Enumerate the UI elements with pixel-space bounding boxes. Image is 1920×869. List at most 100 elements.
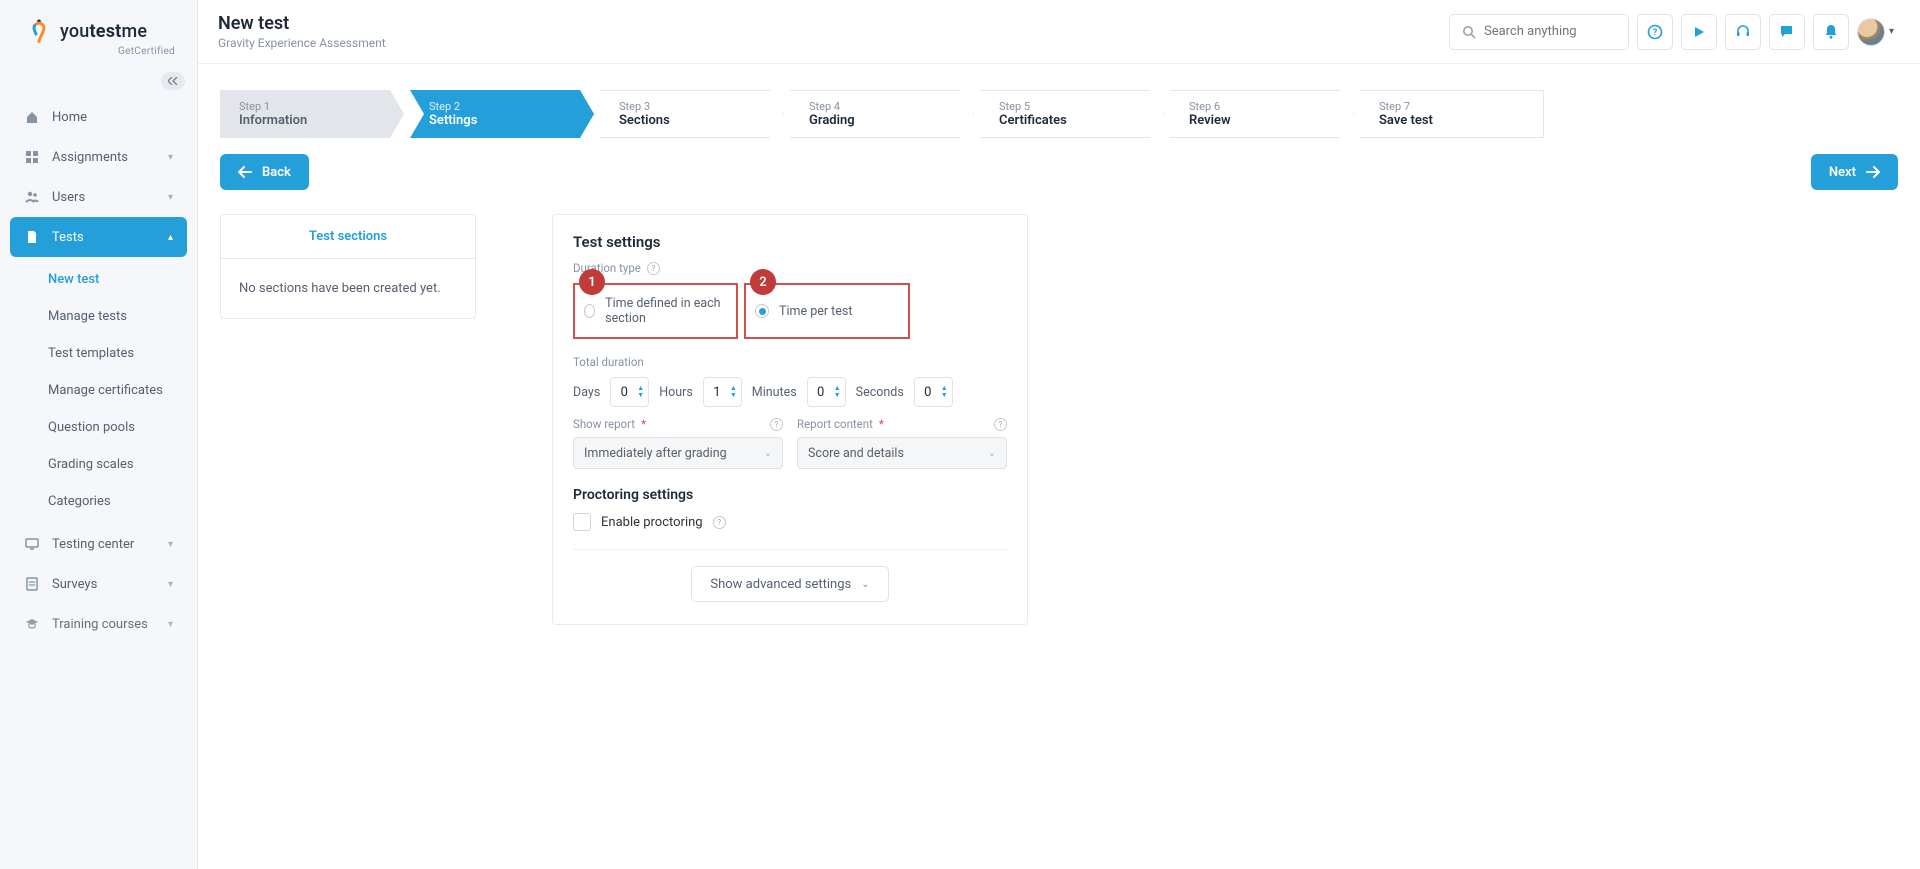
user-menu[interactable]: ▾ bbox=[1857, 18, 1894, 46]
duration-type-radios: 1 Time defined in each section 2 Time pe… bbox=[573, 283, 1007, 339]
wizard-step-1[interactable]: Step 1 Information bbox=[220, 90, 404, 138]
info-icon[interactable]: ? bbox=[994, 418, 1007, 431]
spin-down-icon[interactable]: ▼ bbox=[941, 392, 948, 399]
step-num: Step 4 bbox=[809, 100, 947, 113]
help-icon: ? bbox=[1647, 24, 1663, 40]
info-icon[interactable]: ? bbox=[770, 418, 783, 431]
sidebar-item-tests[interactable]: Tests ▴ bbox=[10, 217, 187, 257]
sidebar-subitem-manage-certificates[interactable]: Manage certificates bbox=[36, 372, 187, 409]
radio-indicator bbox=[584, 304, 595, 318]
sidebar-item-label: Home bbox=[52, 110, 87, 125]
sidebar: youtestme GetCertified Home Assignments … bbox=[0, 0, 198, 869]
spin-down-icon[interactable]: ▼ bbox=[834, 392, 841, 399]
info-icon[interactable]: ? bbox=[647, 262, 660, 275]
chevron-down-icon: ⌄ bbox=[861, 579, 869, 590]
sidebar-subitem-new-test[interactable]: New test bbox=[36, 261, 187, 298]
sidebar-item-surveys[interactable]: Surveys ▾ bbox=[10, 564, 187, 604]
show-report-field: Show report * ? Immediately after gradin… bbox=[573, 417, 783, 469]
wizard-step-7[interactable]: Step 7 Save test bbox=[1360, 90, 1544, 138]
hours-input[interactable] bbox=[704, 385, 730, 400]
info-icon[interactable]: ? bbox=[713, 516, 726, 529]
support-button[interactable] bbox=[1725, 14, 1761, 50]
report-content-select[interactable]: Score and details ⌄ bbox=[797, 437, 1007, 469]
duration-inputs: Days ▲▼ Hours ▲▼ Minutes ▲▼ Seconds ▲▼ bbox=[573, 377, 1007, 407]
select-value: Score and details bbox=[808, 446, 904, 461]
hours-stepper[interactable]: ▲▼ bbox=[703, 377, 742, 407]
seconds-input[interactable] bbox=[915, 385, 941, 400]
seconds-stepper[interactable]: ▲▼ bbox=[914, 377, 953, 407]
arrow-right-icon bbox=[1866, 166, 1880, 178]
sidebar-subitem-categories[interactable]: Categories bbox=[36, 483, 187, 520]
back-button[interactable]: Back bbox=[220, 154, 309, 190]
sidebar-subitem-question-pools[interactable]: Question pools bbox=[36, 409, 187, 446]
test-settings-heading: Test settings bbox=[573, 233, 1007, 251]
wizard-step-6[interactable]: Step 6 Review bbox=[1170, 90, 1354, 138]
step-label: Settings bbox=[429, 113, 567, 128]
search-input[interactable] bbox=[1484, 24, 1650, 39]
avatar bbox=[1857, 18, 1885, 46]
minutes-input[interactable] bbox=[808, 385, 834, 400]
top-actions: ? ▾ bbox=[1449, 14, 1894, 50]
total-duration-label: Total duration bbox=[573, 355, 1007, 369]
step-num: Step 6 bbox=[1189, 100, 1327, 113]
notifications-button[interactable] bbox=[1813, 14, 1849, 50]
chevron-down-icon: ▾ bbox=[168, 579, 173, 590]
chevron-down-icon: ⌄ bbox=[988, 448, 996, 459]
spin-down-icon[interactable]: ▼ bbox=[730, 392, 737, 399]
step-label: Review bbox=[1189, 113, 1327, 128]
play-icon bbox=[1692, 25, 1706, 39]
settings-columns: Test sections No sections have been crea… bbox=[220, 214, 1898, 625]
sidebar-item-users[interactable]: Users ▾ bbox=[10, 177, 187, 217]
sidebar-subitem-manage-tests[interactable]: Manage tests bbox=[36, 298, 187, 335]
chevron-down-icon: ⌄ bbox=[764, 448, 772, 459]
graduation-cap-icon bbox=[24, 616, 40, 632]
annotation-badge-1: 1 bbox=[579, 269, 605, 295]
spin-down-icon[interactable]: ▼ bbox=[637, 392, 644, 399]
radio-time-per-test[interactable]: 2 Time per test bbox=[744, 283, 910, 339]
chevron-down-icon: ▾ bbox=[1889, 26, 1894, 37]
sidebar-item-label: Surveys bbox=[52, 577, 97, 592]
sidebar-collapse-button[interactable] bbox=[161, 72, 185, 90]
enable-proctoring-checkbox[interactable] bbox=[573, 513, 591, 531]
chevron-double-left-icon bbox=[168, 77, 178, 85]
step-label: Certificates bbox=[999, 113, 1137, 128]
test-sections-tab[interactable]: Test sections bbox=[221, 215, 475, 259]
radio-label: Time defined in each section bbox=[605, 296, 727, 326]
play-button[interactable] bbox=[1681, 14, 1717, 50]
sidebar-subitem-test-templates[interactable]: Test templates bbox=[36, 335, 187, 372]
duration-type-field: Duration type ? 1 Time defined in each s… bbox=[573, 261, 1007, 339]
days-label: Days bbox=[573, 385, 600, 400]
search-icon bbox=[1462, 25, 1476, 39]
wizard-step-4[interactable]: Step 4 Grading bbox=[790, 90, 974, 138]
grid-icon bbox=[24, 149, 40, 165]
chevron-down-icon: ▾ bbox=[168, 152, 173, 163]
messages-button[interactable] bbox=[1769, 14, 1805, 50]
minutes-label: Minutes bbox=[752, 385, 797, 400]
sidebar-item-home[interactable]: Home bbox=[10, 97, 187, 137]
help-button[interactable]: ? bbox=[1637, 14, 1673, 50]
step-label: Information bbox=[239, 113, 377, 128]
logo-subtext: GetCertified bbox=[30, 46, 175, 57]
logo[interactable]: youtestme bbox=[30, 18, 175, 44]
wizard-step-5[interactable]: Step 5 Certificates bbox=[980, 90, 1164, 138]
sidebar-subitem-grading-scales[interactable]: Grading scales bbox=[36, 446, 187, 483]
wizard-step-2[interactable]: Step 2 Settings bbox=[410, 90, 594, 138]
sidebar-item-training-courses[interactable]: Training courses ▾ bbox=[10, 604, 187, 644]
show-advanced-button[interactable]: Show advanced settings ⌄ bbox=[691, 566, 888, 602]
duration-type-label: Duration type ? bbox=[573, 261, 1007, 275]
search-box[interactable] bbox=[1449, 14, 1629, 50]
radio-time-per-section[interactable]: 1 Time defined in each section bbox=[573, 283, 738, 339]
days-stepper[interactable]: ▲▼ bbox=[610, 377, 649, 407]
show-report-select[interactable]: Immediately after grading ⌄ bbox=[573, 437, 783, 469]
sidebar-item-testing-center[interactable]: Testing center ▾ bbox=[10, 524, 187, 564]
report-fields: Show report * ? Immediately after gradin… bbox=[573, 417, 1007, 469]
sidebar-item-assignments[interactable]: Assignments ▾ bbox=[10, 137, 187, 177]
show-advanced-label: Show advanced settings bbox=[710, 577, 851, 592]
sidebar-item-label: Training courses bbox=[52, 617, 148, 632]
divider bbox=[573, 549, 1007, 550]
wizard-step-3[interactable]: Step 3 Sections bbox=[600, 90, 784, 138]
days-input[interactable] bbox=[611, 385, 637, 400]
next-button[interactable]: Next bbox=[1811, 154, 1898, 190]
minutes-stepper[interactable]: ▲▼ bbox=[807, 377, 846, 407]
logo-area: youtestme GetCertified bbox=[0, 0, 197, 67]
